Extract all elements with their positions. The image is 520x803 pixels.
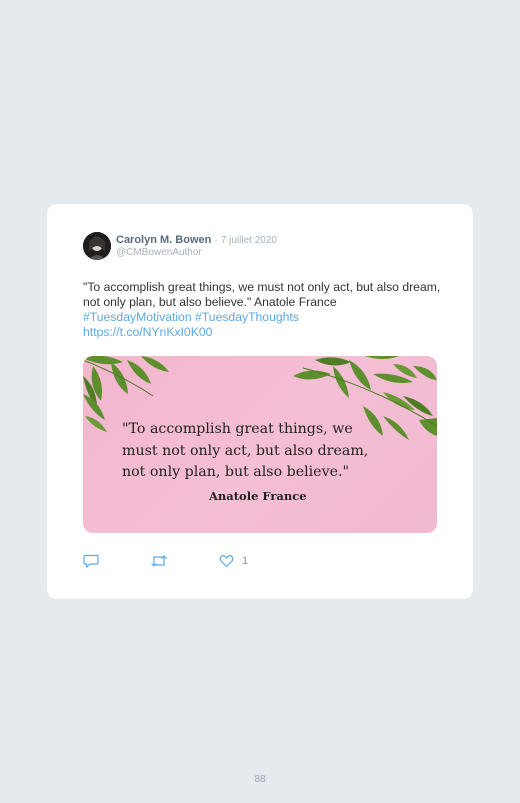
reply-icon: [83, 554, 99, 568]
tweet-body: "To accomplish great things, we must not…: [83, 280, 441, 309]
quote-author: Anatole France: [209, 489, 307, 503]
tweet-date[interactable]: 7 juillet 2020: [221, 235, 277, 246]
quote-line-2: must not only act, but also dream,: [122, 442, 369, 459]
tweet-image[interactable]: "To accomplish great things, we must not…: [83, 356, 437, 533]
hashtag-tuesday-motivation[interactable]: #TuesdayMotivation: [83, 310, 192, 324]
like-button[interactable]: 1: [219, 554, 248, 568]
author-name[interactable]: Carolyn M. Bowen: [116, 234, 211, 246]
quote-line-3: not only plan, but also believe.": [122, 464, 350, 480]
reply-button[interactable]: [83, 554, 99, 568]
author-handle[interactable]: @CMBowenAuthor: [116, 247, 202, 258]
tweet-actions: 1: [83, 554, 283, 570]
like-icon: [219, 555, 234, 568]
quote-text: "To accomplish great things, we must not…: [122, 419, 412, 484]
tweet-text: "To accomplish great things, we must not…: [83, 280, 443, 340]
separator: ·: [214, 235, 218, 246]
avatar[interactable]: [83, 232, 111, 260]
retweet-button[interactable]: [150, 554, 168, 568]
author-row: Carolyn M. Bowen · 7 juillet 2020: [116, 234, 277, 246]
tweet-card: Carolyn M. Bowen · 7 juillet 2020 @CMBow…: [47, 204, 473, 599]
tweet-link[interactable]: https://t.co/NYnKxI0K00: [83, 325, 443, 340]
hashtag-tuesday-thoughts[interactable]: #TuesdayThoughts: [195, 310, 299, 324]
retweet-icon: [151, 555, 167, 567]
like-count: 1: [242, 555, 249, 567]
quote-line-1: "To accomplish great things, we: [122, 421, 353, 437]
page-number: 88: [254, 774, 266, 785]
